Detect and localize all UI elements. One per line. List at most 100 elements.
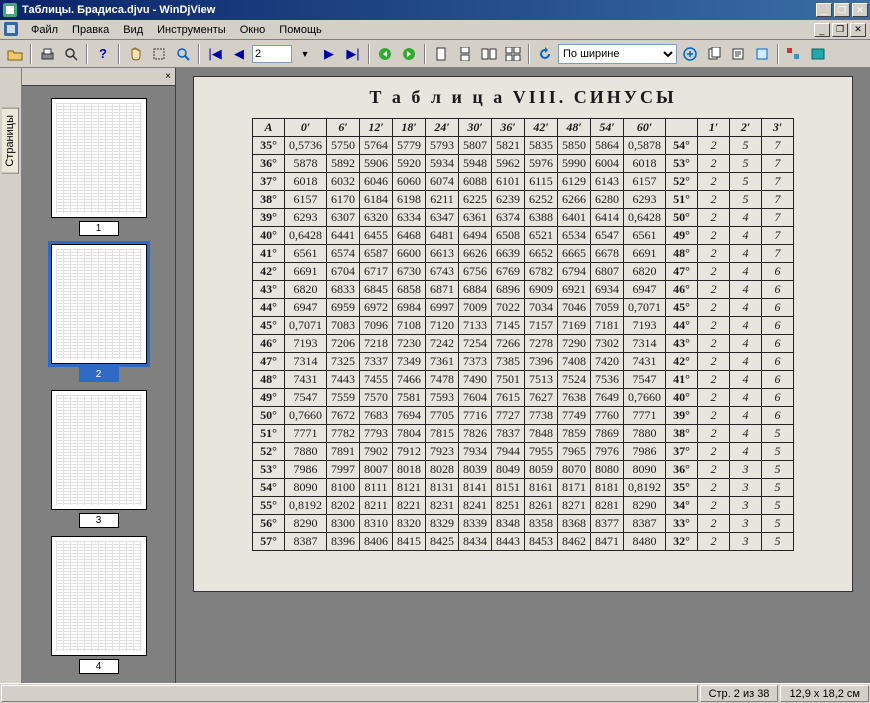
layout-facing-button[interactable] (478, 43, 500, 65)
table-cell: 6441 (327, 227, 360, 245)
zoom-tool-button[interactable] (172, 43, 194, 65)
print-button[interactable] (36, 43, 58, 65)
menu-help[interactable]: Помощь (272, 22, 329, 38)
page-thumbnail[interactable] (51, 390, 147, 510)
menu-window[interactable]: Окно (233, 22, 273, 38)
mdi-restore-button[interactable]: ❐ (832, 23, 848, 37)
table-cell: 2 (698, 317, 730, 335)
table-cell: 8121 (393, 479, 426, 497)
rotate-button[interactable] (534, 43, 556, 65)
table-cell: 7760 (591, 407, 624, 425)
table-cell: 7046 (558, 299, 591, 317)
table-cell: 8290 (285, 515, 327, 533)
table-cell: 35° (666, 479, 698, 497)
table-cell: 7455 (360, 371, 393, 389)
table-cell: 7 (762, 245, 794, 263)
table-cell: 7290 (558, 335, 591, 353)
table-cell: 38° (666, 425, 698, 443)
table-cell: 4 (730, 245, 762, 263)
table-cell: 32° (666, 533, 698, 551)
table-cell: 5 (762, 479, 794, 497)
document-scroll[interactable]: Т а б л и ц а VIII. СИНУСЫ A0′6′12′18′24… (176, 68, 870, 683)
table-cell: 7581 (393, 389, 426, 407)
table-cell: 2 (698, 353, 730, 371)
zoom-in-button[interactable] (679, 43, 701, 65)
table-cell: 6858 (393, 281, 426, 299)
table-cell: 7120 (426, 317, 459, 335)
table-cell: 45° (666, 299, 698, 317)
table-cell: 7815 (426, 425, 459, 443)
table-cell: 7559 (327, 389, 360, 407)
table-cell: 7837 (492, 425, 525, 443)
export-button[interactable] (727, 43, 749, 65)
table-cell: 7986 (624, 443, 666, 461)
thumbnail-close-button[interactable]: × (161, 70, 175, 84)
open-button[interactable] (4, 43, 26, 65)
table-cell: 4 (730, 227, 762, 245)
mdi-close-button[interactable]: ✕ (850, 23, 866, 37)
table-cell: 8271 (558, 497, 591, 515)
first-page-button[interactable]: |◀ (204, 43, 226, 65)
separator (777, 44, 779, 64)
table-cell: 7145 (492, 317, 525, 335)
page-thumbnail[interactable] (51, 244, 147, 364)
table-cell: 2 (698, 335, 730, 353)
nav-back-button[interactable] (374, 43, 396, 65)
table-cell: 7478 (426, 371, 459, 389)
table-cell: 6921 (558, 281, 591, 299)
page-dropdown-button[interactable]: ▼ (294, 43, 316, 65)
table-cell: 6561 (624, 227, 666, 245)
table-cell: 7022 (492, 299, 525, 317)
select-tool-button[interactable] (148, 43, 170, 65)
next-page-button[interactable]: ▶ (318, 43, 340, 65)
toggle-panel-button[interactable] (783, 43, 805, 65)
menu-file[interactable]: Файл (24, 22, 65, 38)
pages-tab[interactable]: Страницы (2, 108, 19, 174)
table-header-cell: 48′ (558, 119, 591, 137)
table-cell: 6 (762, 263, 794, 281)
help-button[interactable]: ? (92, 43, 114, 65)
table-cell: 6947 (624, 281, 666, 299)
table-cell: 39° (666, 407, 698, 425)
close-button[interactable]: ✕ (852, 3, 868, 17)
table-cell: 7912 (393, 443, 426, 461)
maximize-button[interactable]: ❐ (834, 3, 850, 17)
layout-continuous-facing-button[interactable] (502, 43, 524, 65)
table-cell: 2 (698, 443, 730, 461)
copy-button[interactable] (703, 43, 725, 65)
thumbnail-list[interactable]: 1234 (22, 86, 175, 683)
prev-page-button[interactable]: ◀ (228, 43, 250, 65)
menu-view[interactable]: Вид (116, 22, 150, 38)
table-cell: 3 (730, 533, 762, 551)
table-cell: 6 (762, 353, 794, 371)
table-cell: 7536 (591, 371, 624, 389)
table-cell: 7408 (558, 353, 591, 371)
table-cell: 8202 (327, 497, 360, 515)
statusbar: Стр. 2 из 38 12,9 x 18,2 см (0, 683, 870, 703)
mdi-minimize-button[interactable]: _ (814, 23, 830, 37)
page-thumbnail[interactable] (51, 98, 147, 218)
table-row: 50°0,76607672768376947705771677277738774… (253, 407, 794, 425)
zoom-select[interactable]: 50%100%200%По ширинеСтраница целиком (558, 44, 677, 64)
find-button[interactable] (60, 43, 82, 65)
table-cell: 7869 (591, 425, 624, 443)
minimize-button[interactable]: _ (816, 3, 832, 17)
table-cell: 7782 (327, 425, 360, 443)
layout-continuous-button[interactable] (454, 43, 476, 65)
menu-edit[interactable]: Правка (65, 22, 116, 38)
table-cell: 6388 (525, 209, 558, 227)
table-cell: 6032 (327, 173, 360, 191)
page-thumbnail[interactable] (51, 536, 147, 656)
table-cell: 6947 (285, 299, 327, 317)
hand-tool-button[interactable] (124, 43, 146, 65)
table-cell: 0,8192 (624, 479, 666, 497)
page-number-input[interactable] (252, 45, 292, 63)
nav-forward-button[interactable] (398, 43, 420, 65)
last-page-button[interactable]: ▶| (342, 43, 364, 65)
menu-tools[interactable]: Инструменты (150, 22, 233, 38)
table-cell: 7 (762, 155, 794, 173)
info-button[interactable] (751, 43, 773, 65)
layout-single-button[interactable] (430, 43, 452, 65)
fullscreen-button[interactable] (807, 43, 829, 65)
table-cell: 8443 (492, 533, 525, 551)
